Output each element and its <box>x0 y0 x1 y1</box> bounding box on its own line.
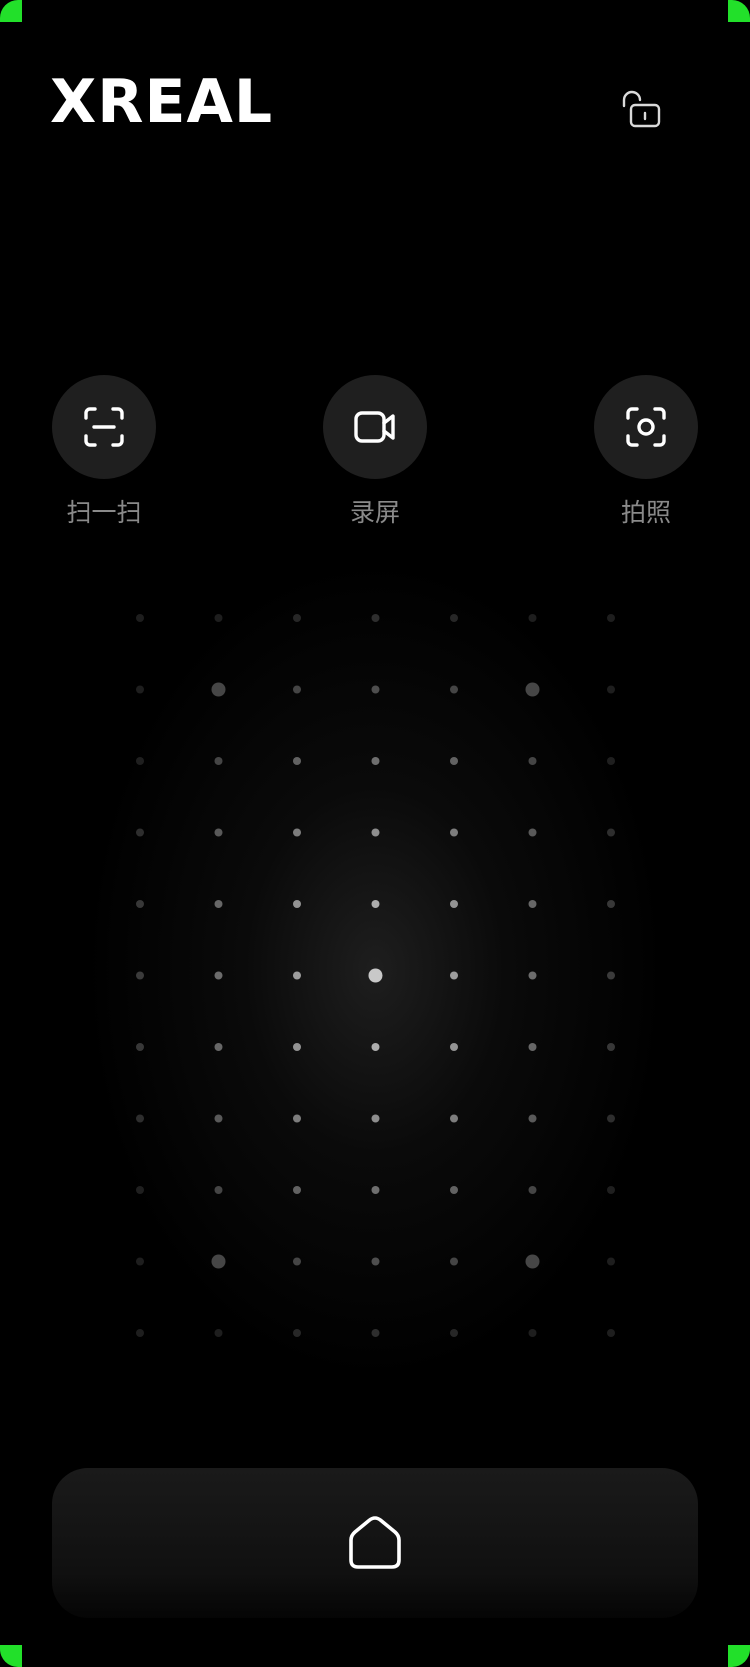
touchpad-dot <box>450 1043 458 1051</box>
touchpad-dot <box>607 1186 615 1194</box>
touchpad-dot <box>607 971 615 980</box>
touchpad-dot <box>528 971 537 980</box>
touchpad-dot <box>136 971 144 980</box>
touchpad-dot <box>528 614 537 622</box>
touchpad-dot <box>528 1043 537 1051</box>
touchpad-dot <box>136 1329 144 1337</box>
touchpad-dot <box>293 1329 301 1337</box>
touchpad-dot <box>136 1186 144 1194</box>
scan-label: 扫一扫 <box>66 498 142 527</box>
touchpad-dot <box>450 828 458 837</box>
app-screen: XREAL 扫一扫 录屏 拍照 <box>0 0 750 1667</box>
record-button-circle[interactable] <box>323 375 427 479</box>
touchpad-dot <box>293 900 301 908</box>
touchpad-dot-grid[interactable] <box>60 560 690 1380</box>
touchpad-dot <box>371 685 380 694</box>
brand-logo: XREAL <box>50 67 274 137</box>
camera-focus-icon <box>626 407 666 447</box>
touchpad-dot <box>607 757 615 765</box>
record-label: 录屏 <box>349 498 400 527</box>
touchpad-dot <box>214 1043 223 1051</box>
touchpad-dot <box>450 971 458 980</box>
touchpad-dot <box>607 1329 615 1337</box>
touchpad-dot <box>371 757 380 765</box>
touchpad-dot <box>528 757 537 765</box>
touchpad-dot <box>450 1329 458 1337</box>
touchpad-dot <box>214 1329 223 1337</box>
touchpad-dot <box>136 757 144 765</box>
touchpad-dot <box>371 828 380 837</box>
touchpad-dot <box>371 900 380 908</box>
video-camera-icon <box>354 411 395 443</box>
touchpad-dot <box>371 1043 380 1051</box>
touchpad-dot <box>450 685 458 694</box>
touchpad-dot <box>214 828 223 837</box>
touchpad-dot <box>450 614 458 622</box>
touchpad-dot <box>450 757 458 765</box>
touchpad-dot <box>214 757 223 765</box>
touchpad-dot <box>607 685 615 694</box>
touchpad-dot <box>293 1114 301 1123</box>
touchpad-dot <box>525 682 540 697</box>
touchpad-dot <box>607 900 615 908</box>
touchpad-dot <box>371 1329 380 1337</box>
touchpad-dot <box>607 614 615 622</box>
touchpad-dot <box>293 614 301 622</box>
touchpad-dot <box>293 685 301 694</box>
touchpad-dot <box>371 1114 380 1123</box>
touchpad-dot <box>371 614 380 622</box>
touchpad-area[interactable] <box>60 560 690 1380</box>
touchpad-dot <box>293 1186 301 1194</box>
touchpad-dot <box>293 1257 301 1266</box>
touchpad-dot <box>293 757 301 765</box>
touchpad-dot <box>214 900 223 908</box>
touchpad-dot <box>450 900 458 908</box>
touchpad-dot <box>136 1114 144 1123</box>
touchpad-dot <box>528 900 537 908</box>
touchpad-dot <box>528 1329 537 1337</box>
unlocked-padlock-icon <box>622 90 661 128</box>
touchpad-center-dot <box>368 968 383 983</box>
touchpad-dot <box>607 1114 615 1123</box>
touchpad-dot <box>528 1114 537 1123</box>
touchpad-dot <box>371 1186 380 1194</box>
touchpad-dot <box>214 614 223 622</box>
screen-record-button[interactable]: 录屏 <box>323 375 427 529</box>
touchpad-dot <box>214 1114 223 1123</box>
touchpad-dot <box>371 1257 380 1266</box>
touchpad-dot <box>214 1186 223 1194</box>
touchpad-dot <box>293 971 301 980</box>
touchpad-dot <box>136 900 144 908</box>
touchpad-dot <box>136 1043 144 1051</box>
touchpad-dot <box>450 1257 458 1266</box>
lock-button[interactable] <box>612 86 670 136</box>
scan-button[interactable]: 扫一扫 <box>52 375 156 529</box>
touchpad-dot <box>136 828 144 837</box>
touchpad-dot <box>607 828 615 837</box>
bottom-dock <box>52 1468 698 1618</box>
touchpad-dot <box>607 1257 615 1266</box>
touchpad-dot <box>211 1254 226 1269</box>
touchpad-dot <box>450 1186 458 1194</box>
touchpad-dot <box>525 1254 540 1269</box>
touchpad-dot <box>528 1186 537 1194</box>
touchpad-dot <box>450 1114 458 1123</box>
touchpad-dot <box>211 682 226 697</box>
home-icon <box>349 1516 401 1569</box>
touchpad-dot <box>293 1043 301 1051</box>
quick-actions: 扫一扫 录屏 拍照 <box>0 375 750 535</box>
touchpad-dot <box>136 614 144 622</box>
scan-frame-icon <box>84 407 124 447</box>
touchpad-dot <box>136 1257 144 1266</box>
touchpad-dot <box>528 828 537 837</box>
photo-button[interactable]: 拍照 <box>594 375 698 529</box>
photo-label: 拍照 <box>620 498 671 527</box>
scan-button-circle[interactable] <box>52 375 156 479</box>
touchpad-dot <box>293 828 301 837</box>
touchpad-dot <box>607 1043 615 1051</box>
touchpad-dot <box>136 685 144 694</box>
touchpad-dot <box>214 971 223 980</box>
home-button[interactable] <box>335 1503 415 1583</box>
photo-button-circle[interactable] <box>594 375 698 479</box>
